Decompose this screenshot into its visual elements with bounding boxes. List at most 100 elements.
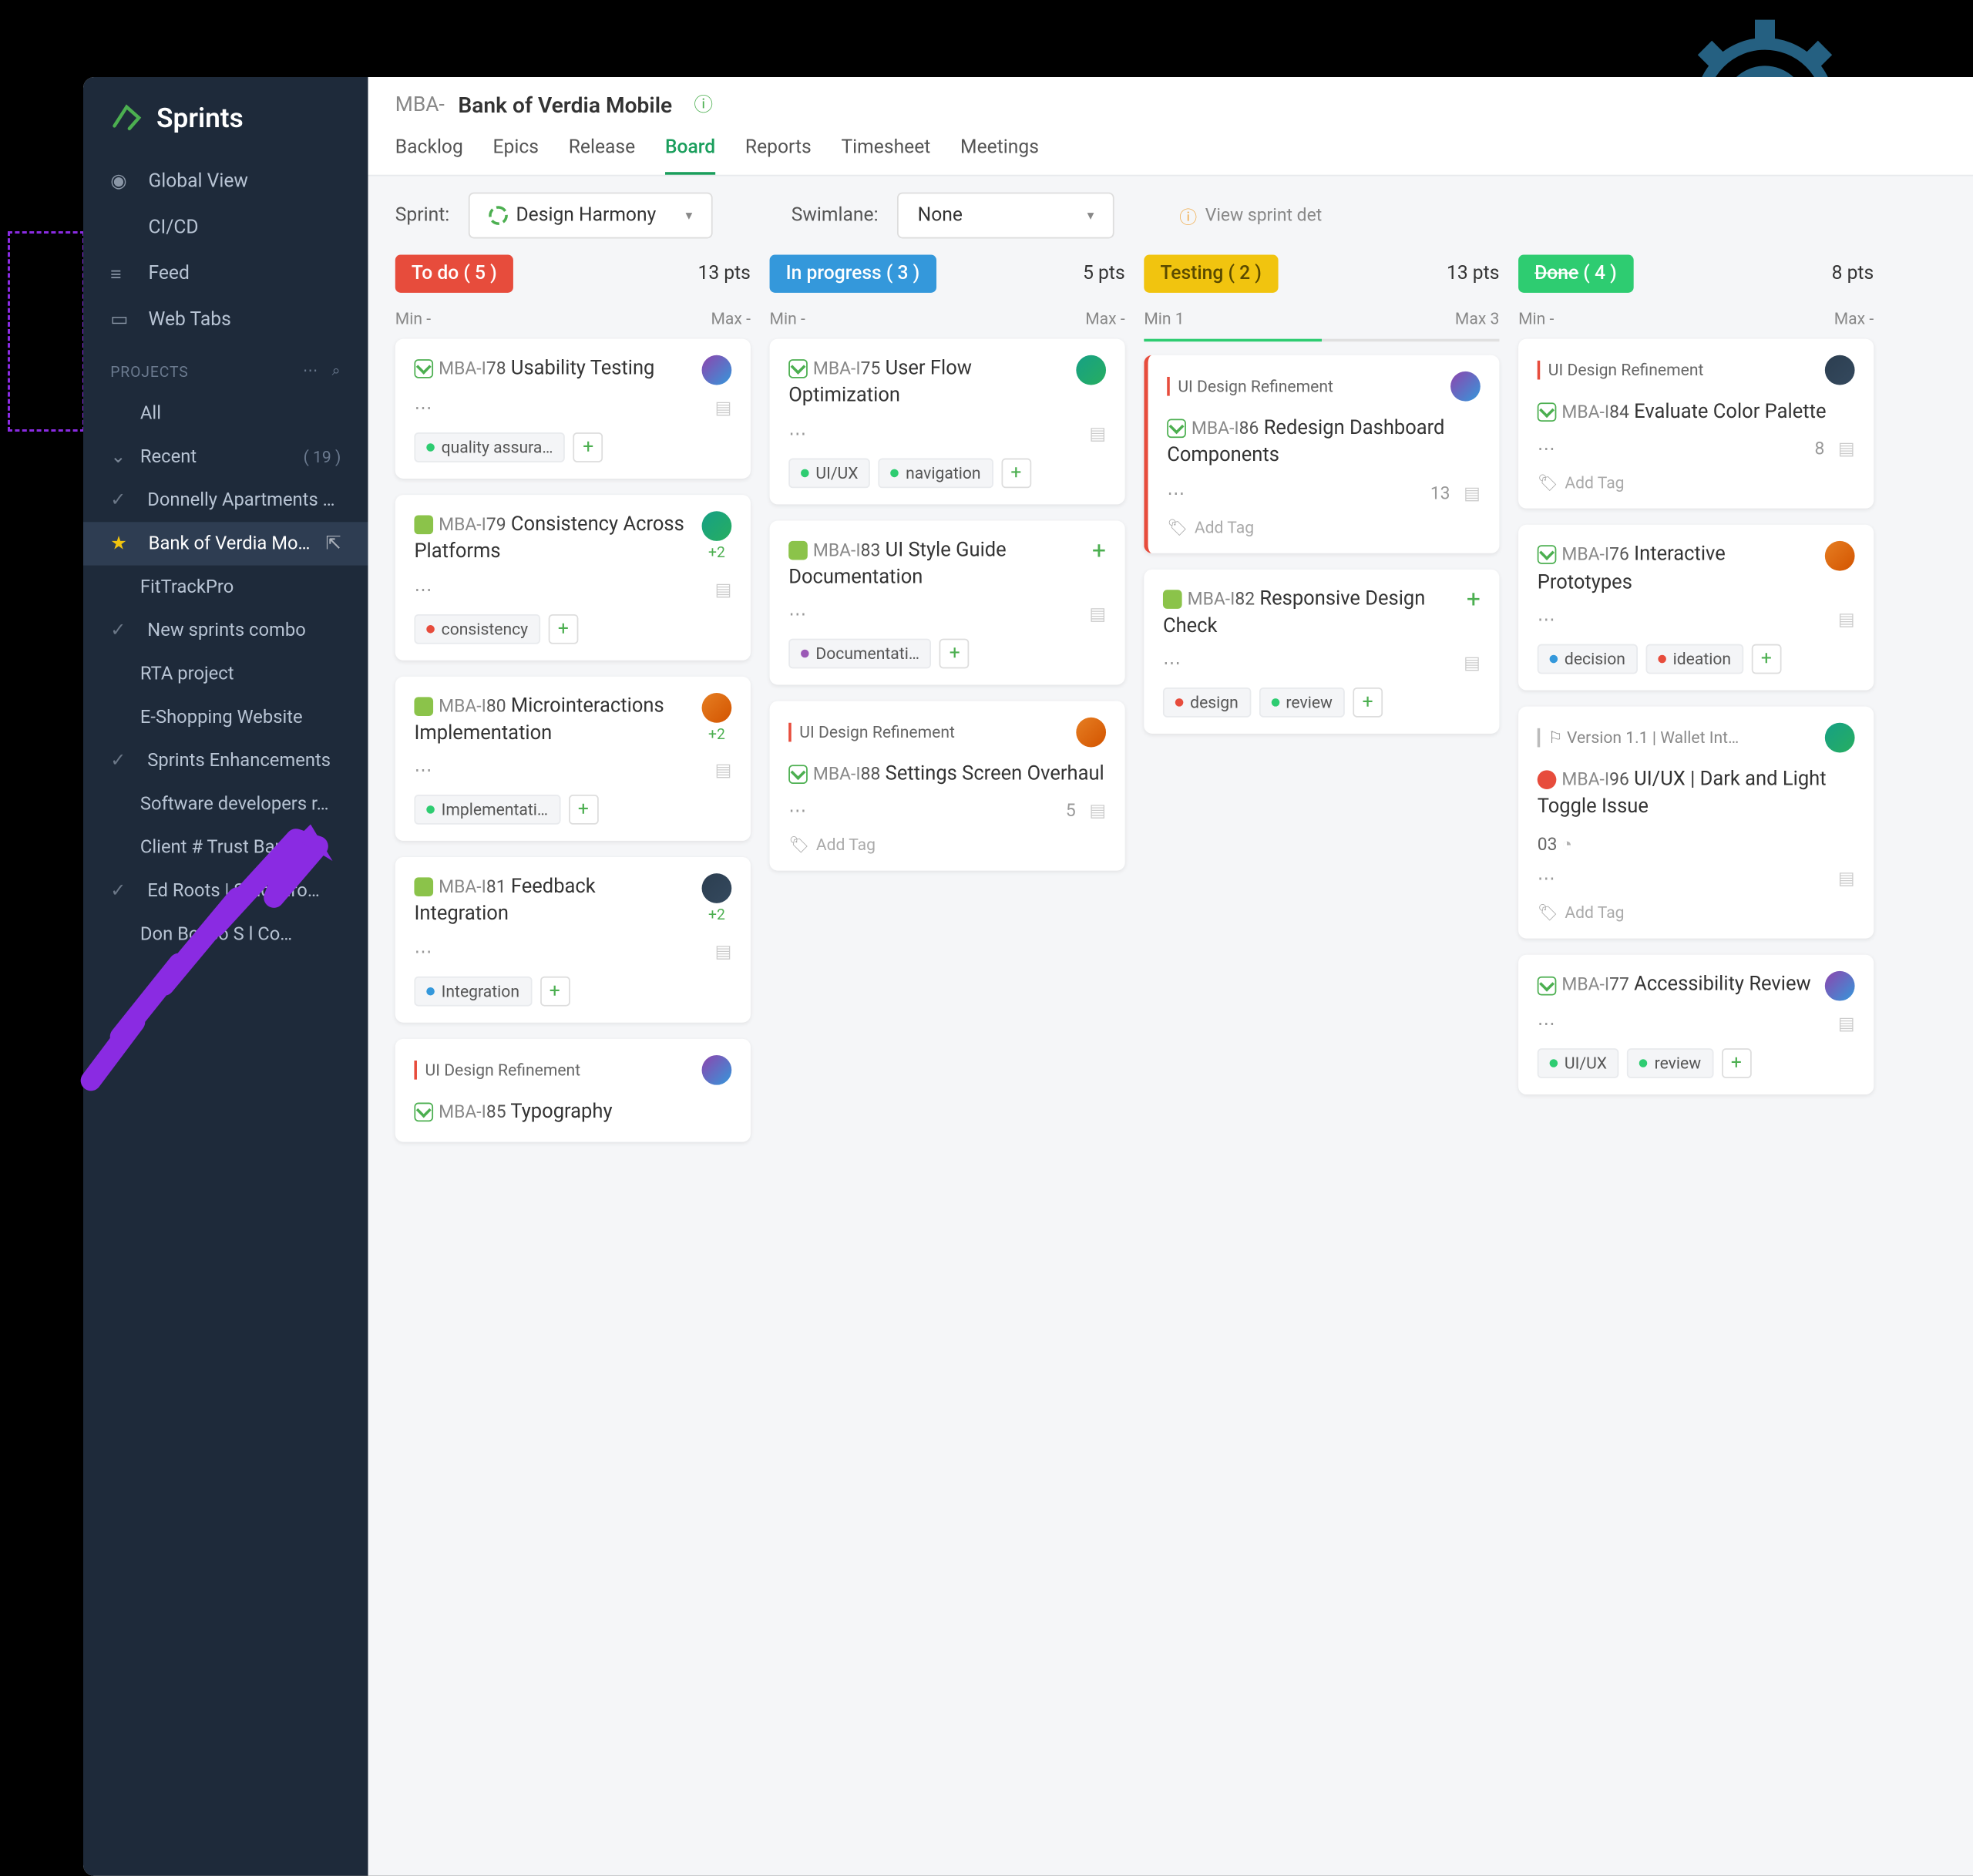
- more-icon[interactable]: ⋯: [1538, 610, 1555, 630]
- column-badge[interactable]: In progress ( 3 ): [770, 255, 936, 293]
- more-icon[interactable]: ⋯: [788, 424, 806, 444]
- card[interactable]: ⚐ Version 1.1 | Wallet Int… MBA-I96 UI/U…: [1518, 706, 1874, 939]
- more-icon[interactable]: ⋯: [1538, 1015, 1555, 1035]
- assignee-avatar[interactable]: [702, 355, 732, 385]
- add-assignee[interactable]: +: [1092, 536, 1106, 565]
- card[interactable]: MBA-I76 Interactive Prototypes ⋯▤decisio…: [1518, 525, 1874, 690]
- project-item[interactable]: ✓New sprints combo: [83, 609, 368, 652]
- projects-all[interactable]: All: [83, 392, 368, 435]
- tag[interactable]: design: [1163, 688, 1251, 718]
- tag[interactable]: UI/UX: [1538, 1049, 1619, 1079]
- assignee-avatar[interactable]: [1825, 541, 1855, 571]
- tag[interactable]: review: [1259, 688, 1345, 718]
- card[interactable]: MBA-I77 Accessibility Review ⋯▤UI/UXrevi…: [1518, 956, 1874, 1095]
- card[interactable]: MBA-I75 User Flow Optimization ⋯▤UI/UXna…: [770, 339, 1125, 504]
- more-icon[interactable]: ⋯: [1167, 483, 1185, 503]
- more-icon[interactable]: ⋯: [414, 942, 432, 962]
- project-item[interactable]: ✓Ed Roots | Study…ro…: [83, 869, 368, 913]
- tag[interactable]: quality assura…: [414, 432, 565, 462]
- tag[interactable]: UI/UX: [788, 458, 870, 488]
- sprint-select[interactable]: Design Harmony ▾: [469, 193, 713, 239]
- card[interactable]: UI Design Refinement MBA-I88 Settings Sc…: [770, 701, 1125, 872]
- column-badge[interactable]: Done ( 4 ): [1518, 255, 1633, 293]
- tab-timesheet[interactable]: Timesheet: [841, 126, 930, 174]
- add-tag-link[interactable]: 🏷Add Tag: [1167, 517, 1481, 536]
- tab-reports[interactable]: Reports: [745, 126, 812, 174]
- tab-board[interactable]: Board: [665, 126, 715, 174]
- assignee-avatar[interactable]: [702, 692, 732, 722]
- tab-epics[interactable]: Epics: [493, 126, 539, 174]
- assignee-avatar[interactable]: [1825, 355, 1855, 385]
- assignee-avatar[interactable]: [1076, 718, 1106, 748]
- project-item[interactable]: RTA project: [83, 652, 368, 695]
- subtask-icon[interactable]: ▤: [715, 398, 732, 419]
- sidebar-nav-webtabs[interactable]: ▭Web Tabs: [83, 297, 368, 343]
- add-tag-link[interactable]: 🏷Add Tag: [1538, 473, 1855, 493]
- project-item[interactable]: E-Shopping Website: [83, 696, 368, 739]
- add-assignee[interactable]: +: [1467, 585, 1481, 614]
- card[interactable]: MBA-I80 Microinteractions Implementation…: [395, 676, 751, 841]
- card[interactable]: MBA-I82 Responsive Design Check + ⋯▤desi…: [1144, 569, 1499, 734]
- add-tag-button[interactable]: +: [1353, 688, 1383, 718]
- card[interactable]: UI Design Refinement MBA-I86 Redesign Da…: [1144, 355, 1499, 553]
- sprint-info[interactable]: ⓘ View sprint det: [1179, 203, 1322, 228]
- column-badge[interactable]: Testing ( 2 ): [1144, 255, 1278, 293]
- subtask-icon[interactable]: ▤: [1089, 802, 1106, 822]
- assignee-avatar[interactable]: [1825, 723, 1855, 753]
- more-icon[interactable]: ⋯: [788, 605, 806, 625]
- add-tag-button[interactable]: +: [1001, 458, 1031, 488]
- more-icon[interactable]: ⋯: [414, 580, 432, 600]
- sidebar-nav-cicd[interactable]: CI/CD: [83, 204, 368, 250]
- sidebar-nav-globalview[interactable]: ◉Global View: [83, 159, 368, 205]
- external-icon[interactable]: ⇱: [325, 533, 341, 554]
- more-icon[interactable]: ⋯: [1538, 439, 1555, 459]
- tag[interactable]: Integration: [414, 976, 531, 1006]
- assignee-avatar[interactable]: [702, 511, 732, 541]
- info-icon[interactable]: ⓘ: [694, 91, 713, 118]
- project-item[interactable]: Client # Trust Bank…: [83, 826, 368, 869]
- subtask-icon[interactable]: ▤: [715, 761, 732, 781]
- tag[interactable]: ideation: [1645, 644, 1743, 674]
- project-item[interactable]: Don Bosco S l Co…: [83, 913, 368, 956]
- assignee-avatar[interactable]: [1450, 372, 1481, 402]
- column-badge[interactable]: To do ( 5 ): [395, 255, 513, 293]
- add-tag-button[interactable]: +: [549, 614, 579, 644]
- add-tag-link[interactable]: 🏷Add Tag: [788, 836, 1106, 856]
- tab-meetings[interactable]: Meetings: [960, 126, 1039, 174]
- subtask-icon[interactable]: ▤: [1089, 424, 1106, 444]
- assignee-avatar[interactable]: [1076, 355, 1106, 385]
- sidebar-nav-feed[interactable]: ≡Feed: [83, 250, 368, 297]
- add-tag-button[interactable]: +: [568, 795, 598, 825]
- add-tag-link[interactable]: 🏷Add Tag: [1538, 904, 1855, 923]
- projects-more-icon[interactable]: ⋯: [303, 362, 318, 382]
- tag[interactable]: decision: [1538, 644, 1638, 674]
- tag[interactable]: consistency: [414, 614, 540, 644]
- add-tag-button[interactable]: +: [1751, 644, 1781, 674]
- more-assignees[interactable]: +2: [708, 906, 725, 924]
- tag[interactable]: review: [1627, 1049, 1713, 1079]
- subtask-icon[interactable]: ▤: [715, 942, 732, 962]
- assignee-avatar[interactable]: [1825, 972, 1855, 1002]
- tag[interactable]: Implementati…: [414, 795, 560, 825]
- add-tag-button[interactable]: +: [1722, 1049, 1752, 1079]
- subtask-icon[interactable]: ▤: [1838, 1015, 1855, 1035]
- tag[interactable]: navigation: [879, 458, 993, 488]
- assignee-avatar[interactable]: [702, 1055, 732, 1085]
- project-item[interactable]: FitTrackPro: [83, 566, 368, 609]
- more-icon[interactable]: ⋯: [1163, 654, 1181, 674]
- more-icon[interactable]: ⋯: [414, 761, 432, 781]
- subtask-icon[interactable]: ▤: [1838, 870, 1855, 890]
- more-assignees[interactable]: +2: [708, 543, 725, 561]
- tag[interactable]: Documentati…: [788, 639, 932, 669]
- subtask-icon[interactable]: ▤: [1838, 610, 1855, 630]
- more-icon[interactable]: ⋯: [414, 398, 432, 419]
- add-tag-button[interactable]: +: [573, 432, 603, 462]
- assignee-avatar[interactable]: [702, 873, 732, 903]
- card[interactable]: MBA-I81 Feedback Integration +2 ⋯▤Integr…: [395, 857, 751, 1022]
- subtask-icon[interactable]: ▤: [1838, 439, 1855, 459]
- card[interactable]: MBA-I78 Usability Testing ⋯▤quality assu…: [395, 339, 751, 479]
- swimlane-select[interactable]: None ▾: [897, 193, 1114, 239]
- projects-recent[interactable]: ⌄ Recent ( 19 ): [83, 435, 368, 479]
- card[interactable]: MBA-I83 UI Style Guide Documentation + ⋯…: [770, 520, 1125, 685]
- card[interactable]: UI Design Refinement MBA-I85 Typography: [395, 1038, 751, 1141]
